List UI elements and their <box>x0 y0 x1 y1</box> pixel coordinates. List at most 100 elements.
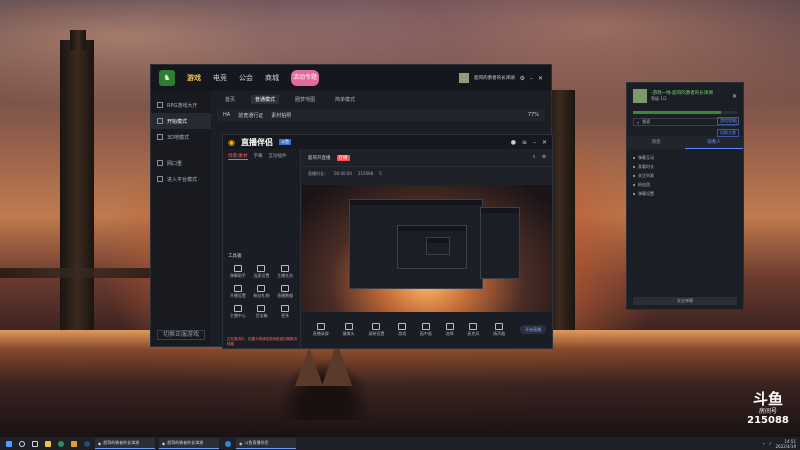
level-value: 1/2 <box>660 96 667 101</box>
send-danmaku-button[interactable]: 发送弹幕 <box>633 297 737 305</box>
tab-home[interactable]: 首页 <box>221 95 239 104</box>
tab-viewers[interactable]: 观看人 <box>685 136 743 149</box>
watermark-logo: 斗鱼 <box>752 390 783 408</box>
left-tabs: 场景/素材 字幕 互动插件 <box>223 149 300 164</box>
more-icon <box>281 305 290 312</box>
app-icon: ◆ <box>162 440 166 446</box>
game-icon <box>398 323 407 330</box>
nav-games[interactable]: 游戏 <box>187 73 201 83</box>
volume-icon[interactable]: ♪ <box>769 441 772 446</box>
client-logo[interactable]: ♞ <box>159 70 175 86</box>
steam-icon[interactable] <box>82 439 91 448</box>
menu-icon[interactable]: ≡ <box>522 139 527 146</box>
theme-link[interactable]: 切换主题 <box>717 129 739 137</box>
sidebar-item-rpg[interactable]: RPG游戏大厅 <box>151 97 211 113</box>
sidebar-item-net[interactable]: 网口重 <box>151 155 211 171</box>
settings-icon[interactable]: ⚙ <box>520 75 525 82</box>
list-item[interactable]: 粉丝团 <box>633 180 737 189</box>
clock[interactable]: 14:51 2022/4/19 <box>775 439 796 449</box>
username[interactable]: 超哥的勇者的长津湖 <box>474 75 515 81</box>
tool-task[interactable]: 主播任务 <box>274 265 296 279</box>
profile-avatar[interactable]: ● <box>511 139 516 146</box>
tool-center[interactable]: 主播中心 <box>227 305 249 319</box>
stream-status-text: 正在推流中，如遇卡顿请检查网络或切换推流线路 <box>227 337 297 346</box>
go-live-button[interactable]: 开始直播 <box>520 325 546 334</box>
tab-maps[interactable]: 圈梦地图 <box>291 95 319 104</box>
ctrl-pip[interactable]: 画中画 <box>420 323 432 337</box>
switch-server-button[interactable]: 切换正服游戏 <box>157 330 205 340</box>
close-icon[interactable]: ✕ <box>732 93 737 100</box>
avatar[interactable] <box>459 73 470 83</box>
taskbar-app[interactable]: ◆ 超哥的勇者的长津湖 <box>95 438 155 449</box>
settings-icon[interactable]: ⚙ <box>542 155 546 160</box>
tab-subtitles[interactable]: 字幕 <box>254 153 263 160</box>
tool-danmaku[interactable]: 弹幕助手 <box>227 265 249 279</box>
chat-icon <box>233 265 242 272</box>
ctrl-speaker[interactable]: 扬声器 <box>493 323 505 337</box>
toolbox-grid: 弹幕助手 连麦设置 主播任务 开播设置 粉丝礼物 直播数据 主播中心 百宝箱 更… <box>227 265 296 319</box>
close-icon[interactable]: ✕ <box>538 75 543 82</box>
minimize-icon[interactable]: – <box>530 75 533 82</box>
tool-more[interactable]: 更多 <box>274 305 296 319</box>
explorer-icon[interactable] <box>43 439 52 448</box>
ctrl-camera[interactable]: 摄像头 <box>343 323 355 337</box>
sidebar-item-mode[interactable]: 开始模式 <box>151 113 211 129</box>
map-icon <box>157 134 163 140</box>
tab-messages[interactable]: 消息 <box>627 136 685 149</box>
sidebar-item-label: RPG游戏大厅 <box>167 102 198 109</box>
browser-icon[interactable] <box>56 439 65 448</box>
network-icon[interactable]: ⌁ <box>763 441 765 446</box>
douyu-watermark: 斗鱼 房间号 215088 <box>744 392 792 436</box>
stream-preview[interactable] <box>302 185 552 325</box>
ctrl-record[interactable]: 录制设置 <box>368 323 384 337</box>
start-icon[interactable] <box>4 439 13 448</box>
douyu-logo-icon: ◉ <box>228 137 235 147</box>
tab-plugins[interactable]: 互动插件 <box>269 153 287 160</box>
nav-guild[interactable]: 公会 <box>239 73 253 83</box>
tool-box[interactable]: 百宝箱 <box>251 305 273 319</box>
tab-simple[interactable]: 简单模式 <box>331 95 359 104</box>
sidebar-item-platform[interactable]: 进入平台模式 <box>151 171 211 187</box>
ctrl-mic[interactable]: 麦克风 <box>467 323 479 337</box>
guide-link[interactable]: 游戏攻略 <box>717 117 739 125</box>
search-icon[interactable] <box>17 439 26 448</box>
taskview-icon[interactable] <box>30 439 39 448</box>
ctrl-game[interactable]: 游戏 <box>398 323 407 337</box>
game-app-icon[interactable] <box>69 439 78 448</box>
room-id: 215088 <box>357 171 374 176</box>
room-title[interactable]: 超哥开直播 <box>308 155 331 161</box>
ctrl-label: 摄像头 <box>342 331 355 336</box>
camera-icon <box>344 323 353 330</box>
taskbar-app[interactable]: ◆ 超哥的勇者的长津湖 <box>159 438 219 449</box>
minimize-icon[interactable]: – <box>533 139 536 146</box>
left-tower <box>60 40 94 370</box>
nav-esports[interactable]: 电竞 <box>213 73 227 83</box>
bridge <box>0 268 160 278</box>
taskbar-app[interactable]: ◉ 斗鱼直播伴侣 <box>236 438 296 449</box>
tool-mic[interactable]: 连麦设置 <box>251 265 273 279</box>
list-item[interactable]: 关注列表 <box>633 171 737 180</box>
material-label: 素材拍照 <box>271 112 292 119</box>
list-item[interactable]: 弹幕设置 <box>633 189 737 198</box>
promo-mascot[interactable]: 活动专题 <box>291 70 319 86</box>
user-icon <box>233 305 242 312</box>
tab-scenes[interactable]: 场景/素材 <box>228 153 248 160</box>
nav-store[interactable]: 商城 <box>265 73 279 83</box>
list-item[interactable]: 弹幕互动 <box>633 153 737 162</box>
sidebar-item-3d[interactable]: 3D地模式 <box>151 129 211 145</box>
edge-icon[interactable] <box>223 439 232 448</box>
tool-setup[interactable]: 开播设置 <box>227 285 249 299</box>
client-topbar: ♞ 游戏 电竞 公会 商城 活动专题 超哥的勇者的长津湖 ⚙ – ✕ <box>151 65 551 91</box>
search-placeholder: 搜索 <box>642 119 651 124</box>
close-icon[interactable]: ✕ <box>542 139 547 146</box>
tab-normal[interactable]: 普通模式 <box>251 94 280 104</box>
ctrl-screen[interactable]: 直播录屏 <box>313 323 329 337</box>
chat-list: 弹幕互动 观看时长 关注列表 粉丝团 弹幕设置 <box>627 149 743 202</box>
app-label: 超哥的勇者的长津湖 <box>167 440 204 445</box>
list-item[interactable]: 观看时长 <box>633 162 737 171</box>
region-select[interactable]: HA <box>223 112 230 118</box>
tool-gifts[interactable]: 粉丝礼物 <box>251 285 273 299</box>
tool-data[interactable]: 直播数据 <box>274 285 296 299</box>
share-icon[interactable]: ⇪ <box>532 155 536 160</box>
ctrl-select[interactable]: 选择 <box>445 323 454 337</box>
